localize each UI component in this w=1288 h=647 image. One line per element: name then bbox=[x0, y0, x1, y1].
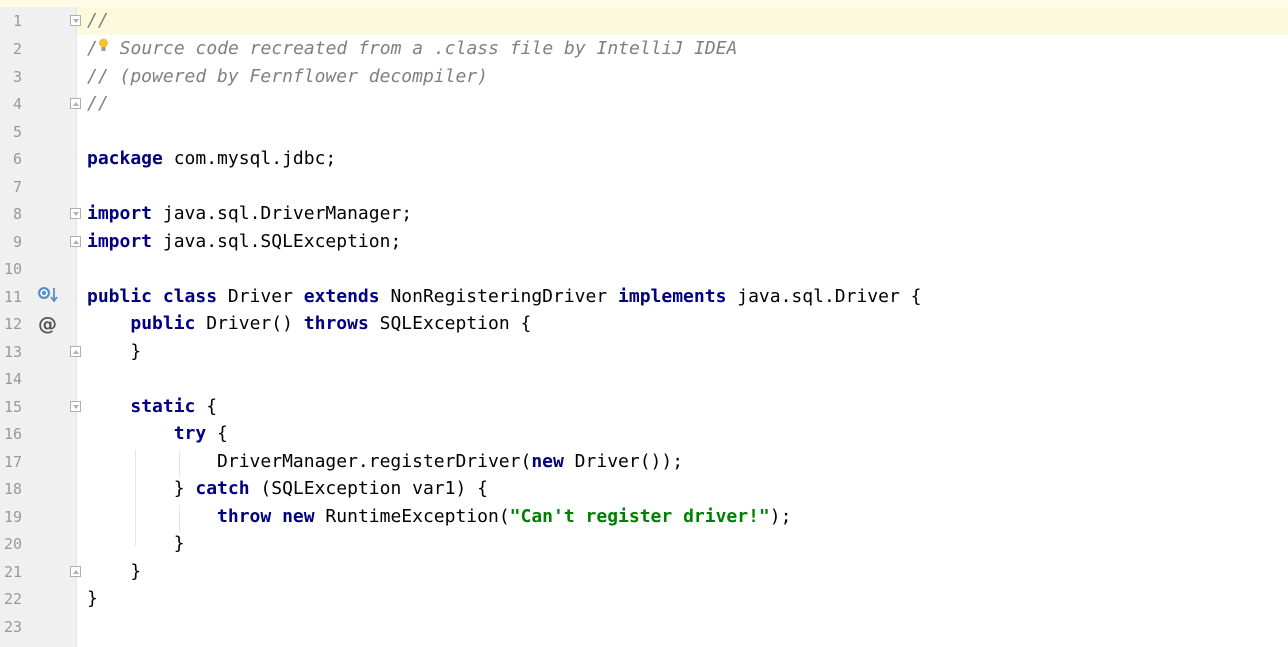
code-text: NonRegisteringDriver bbox=[379, 286, 619, 307]
keyword: throws bbox=[303, 313, 369, 334]
keyword: extends bbox=[303, 286, 380, 307]
line-number[interactable]: 18 bbox=[0, 475, 22, 503]
code-line-19[interactable]: throw new RuntimeException("Can't regist… bbox=[87, 503, 791, 531]
keyword: try bbox=[173, 423, 207, 444]
code-line-9[interactable]: import java.sql.SQLException; bbox=[87, 228, 401, 256]
line-number[interactable]: 6 bbox=[0, 145, 22, 173]
keyword: package bbox=[87, 148, 163, 169]
code-line-21[interactable]: } bbox=[87, 558, 141, 586]
code-line-20[interactable]: } bbox=[87, 530, 185, 558]
keyword: public class bbox=[87, 286, 218, 307]
line-number[interactable]: 17 bbox=[0, 448, 22, 476]
keyword: import bbox=[87, 203, 153, 224]
code-text: } bbox=[87, 341, 142, 362]
code-line-1[interactable]: // bbox=[87, 7, 109, 35]
comment-text: // (powered by Fernflower decompiler) bbox=[87, 66, 488, 87]
line-number[interactable]: 16 bbox=[0, 420, 22, 448]
implements-interface-icon[interactable] bbox=[37, 285, 59, 307]
line-number[interactable]: 14 bbox=[0, 365, 22, 393]
line-number[interactable]: 23 bbox=[0, 613, 22, 641]
line-number[interactable]: 19 bbox=[0, 503, 22, 531]
keyword: implements bbox=[618, 286, 727, 307]
top-notification-strip bbox=[0, 0, 1288, 7]
line-number[interactable]: 5 bbox=[0, 118, 22, 146]
code-text: { bbox=[206, 423, 228, 444]
line-number[interactable]: 7 bbox=[0, 173, 22, 201]
code-line-18[interactable]: } catch (SQLException var1) { bbox=[87, 475, 488, 503]
code-line-22[interactable]: } bbox=[87, 585, 98, 613]
keyword: public bbox=[130, 313, 196, 334]
keyword: new bbox=[282, 506, 315, 527]
code-line-6[interactable]: package com.mysql.jdbc; bbox=[87, 145, 336, 173]
line-number[interactable]: 4 bbox=[0, 90, 22, 118]
string-literal: "Can't register driver!" bbox=[509, 506, 770, 527]
line-number[interactable]: 3 bbox=[0, 63, 22, 91]
line-number[interactable]: 12 bbox=[0, 310, 22, 338]
line-number[interactable]: 9 bbox=[0, 228, 22, 256]
line-number[interactable]: 15 bbox=[0, 393, 22, 421]
code-text: { bbox=[195, 396, 218, 417]
fold-marker-icon[interactable] bbox=[70, 15, 81, 26]
code-line-17[interactable]: DriverManager.registerDriver(new Driver(… bbox=[87, 448, 683, 476]
keyword: catch bbox=[195, 478, 250, 499]
code-text: java.sql.DriverManager; bbox=[152, 203, 413, 224]
line-number[interactable]: 1 bbox=[0, 7, 22, 35]
code-text: } bbox=[87, 561, 142, 582]
code-line-11[interactable]: public class Driver extends NonRegisteri… bbox=[87, 283, 921, 311]
code-text: Driver() bbox=[195, 313, 304, 334]
code-text: RuntimeException( bbox=[314, 506, 510, 527]
code-line-3[interactable]: // (powered by Fernflower decompiler) bbox=[87, 63, 488, 91]
code-text: java.sql.SQLException; bbox=[152, 231, 402, 252]
code-line-16[interactable]: try { bbox=[87, 420, 228, 448]
keyword: throw bbox=[217, 506, 272, 527]
keyword: import bbox=[87, 231, 153, 252]
caret-line-highlight bbox=[77, 7, 1288, 35]
fold-marker-icon[interactable] bbox=[70, 346, 81, 357]
code-text: ); bbox=[769, 506, 792, 527]
line-number[interactable]: 11 bbox=[0, 283, 22, 311]
code-text: com.mysql.jdbc; bbox=[162, 148, 337, 169]
line-number[interactable]: 13 bbox=[0, 338, 22, 366]
code-text: Driver bbox=[217, 286, 304, 307]
code-line-8[interactable]: import java.sql.DriverManager; bbox=[87, 200, 412, 228]
code-text: DriverManager.registerDriver( bbox=[87, 451, 532, 472]
code-line-2[interactable]: / Source code recreated from a .class fi… bbox=[87, 35, 737, 63]
line-number[interactable]: 8 bbox=[0, 200, 22, 228]
keyword: static bbox=[130, 396, 196, 417]
fold-marker-icon[interactable] bbox=[70, 98, 81, 109]
keyword: new bbox=[531, 451, 564, 472]
code-text: } bbox=[87, 588, 98, 609]
code-text: java.sql.Driver { bbox=[726, 286, 922, 307]
line-number[interactable]: 21 bbox=[0, 558, 22, 586]
code-text: Driver()); bbox=[563, 451, 684, 472]
annotation-at-icon[interactable]: @ bbox=[38, 310, 58, 338]
fold-marker-icon[interactable] bbox=[70, 208, 81, 219]
comment-text: // bbox=[87, 10, 109, 31]
fold-marker-icon[interactable] bbox=[70, 236, 81, 247]
code-text: SQLException { bbox=[368, 313, 532, 334]
line-number[interactable]: 10 bbox=[0, 255, 22, 283]
line-number[interactable]: 20 bbox=[0, 530, 22, 558]
comment-text: Source code recreated from a .class file… bbox=[108, 38, 738, 59]
fold-marker-icon[interactable] bbox=[70, 401, 81, 412]
comment-text: // bbox=[87, 93, 109, 114]
code-line-15[interactable]: static { bbox=[87, 393, 217, 421]
code-text: } bbox=[87, 533, 185, 554]
comment-slash: / bbox=[87, 38, 98, 59]
code-text: } bbox=[87, 478, 196, 499]
intention-bulb-icon[interactable] bbox=[98, 37, 109, 57]
code-text: (SQLException var1) { bbox=[249, 478, 488, 499]
line-number[interactable]: 22 bbox=[0, 585, 22, 613]
code-line-13[interactable]: } bbox=[87, 338, 141, 366]
line-number[interactable]: 2 bbox=[0, 35, 22, 63]
fold-marker-icon[interactable] bbox=[70, 566, 81, 577]
code-line-4[interactable]: // bbox=[87, 90, 109, 118]
code-line-12[interactable]: public Driver() throws SQLException { bbox=[87, 310, 531, 338]
